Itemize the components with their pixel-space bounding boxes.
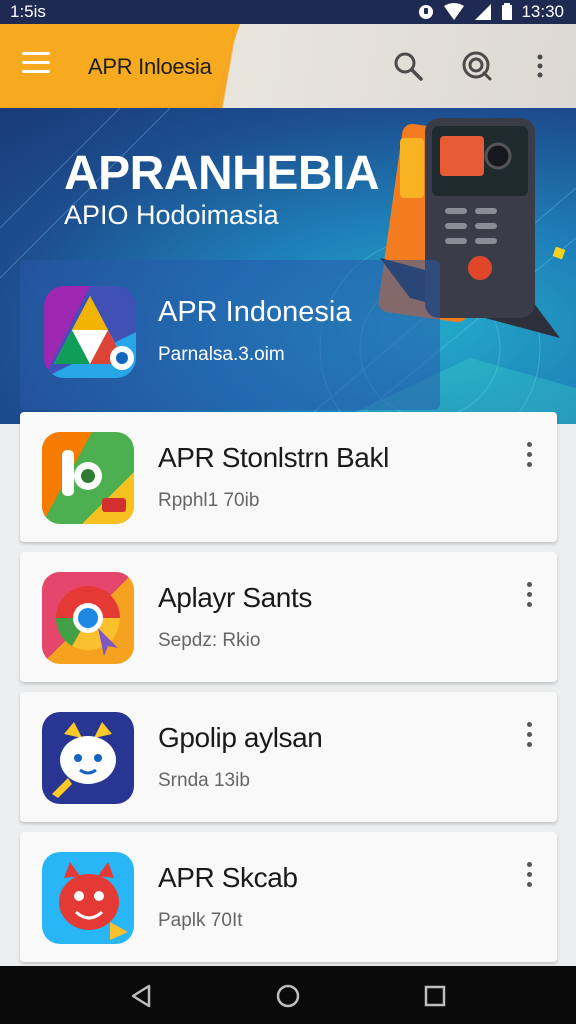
back-icon[interactable] bbox=[129, 983, 155, 1009]
app-bar: APR Inloesia bbox=[0, 24, 576, 108]
system-nav-bar bbox=[0, 966, 576, 1024]
more-vert-icon[interactable] bbox=[517, 442, 541, 472]
app-title: Gpolip aylsan bbox=[158, 722, 323, 753]
list-item[interactable]: APR Stonlstrn Bakl Rpphl1 70ib bbox=[20, 412, 557, 542]
featured-app-name: APR Indonesia bbox=[158, 296, 352, 328]
more-vert-icon[interactable] bbox=[517, 722, 541, 752]
list-item[interactable]: APR Skcab Paplk 70It bbox=[20, 832, 557, 962]
hero-subtitle: APIO Hodoimasia bbox=[64, 200, 279, 230]
home-icon[interactable] bbox=[275, 983, 301, 1009]
app-title: APR Stonlstrn Bakl bbox=[158, 442, 389, 473]
wifi-icon bbox=[444, 3, 465, 20]
status-time-left: 1:5is bbox=[10, 2, 46, 21]
alarm-icon bbox=[419, 5, 434, 19]
status-icons: 13:30 bbox=[417, 0, 564, 24]
battery-icon bbox=[502, 3, 513, 20]
target-icon[interactable] bbox=[461, 50, 493, 82]
featured-app-meta: Parnalsa.3.oim bbox=[158, 344, 285, 365]
app-meta: Paplk 70It bbox=[158, 910, 243, 931]
more-vert-icon[interactable] bbox=[517, 862, 541, 892]
featured-app-icon[interactable] bbox=[44, 286, 136, 378]
monster-app-icon bbox=[42, 852, 134, 944]
list-item[interactable]: Aplayr Sants Sepdz: Rkio bbox=[20, 552, 557, 682]
game-app-icon bbox=[42, 432, 134, 524]
app-meta: Srnda 13ib bbox=[158, 770, 250, 791]
browser-app-icon bbox=[42, 572, 134, 664]
signal-icon bbox=[475, 4, 492, 20]
hero-title: APRANHEBIA bbox=[64, 147, 380, 200]
app-meta: Rpphl1 70ib bbox=[158, 490, 260, 511]
more-vert-icon[interactable] bbox=[524, 50, 556, 82]
app-title: Aplayr Sants bbox=[158, 582, 312, 613]
app-title: APR Inloesia bbox=[88, 54, 212, 79]
menu-icon[interactable] bbox=[22, 52, 56, 80]
list-item[interactable]: Gpolip aylsan Srnda 13ib bbox=[20, 692, 557, 822]
status-time-right: 13:30 bbox=[521, 2, 564, 21]
more-vert-icon[interactable] bbox=[517, 582, 541, 612]
app-meta: Sepdz: Rkio bbox=[158, 630, 261, 651]
cat-mascot-app-icon bbox=[42, 712, 134, 804]
status-bar: 1:5is 13:30 bbox=[0, 0, 576, 24]
search-icon[interactable] bbox=[392, 50, 424, 82]
app-title: APR Skcab bbox=[158, 862, 298, 893]
hero-banner[interactable]: APRANHEBIA APIO Hodoimasia APR Indonesia… bbox=[0, 108, 576, 424]
recents-icon[interactable] bbox=[422, 983, 448, 1009]
